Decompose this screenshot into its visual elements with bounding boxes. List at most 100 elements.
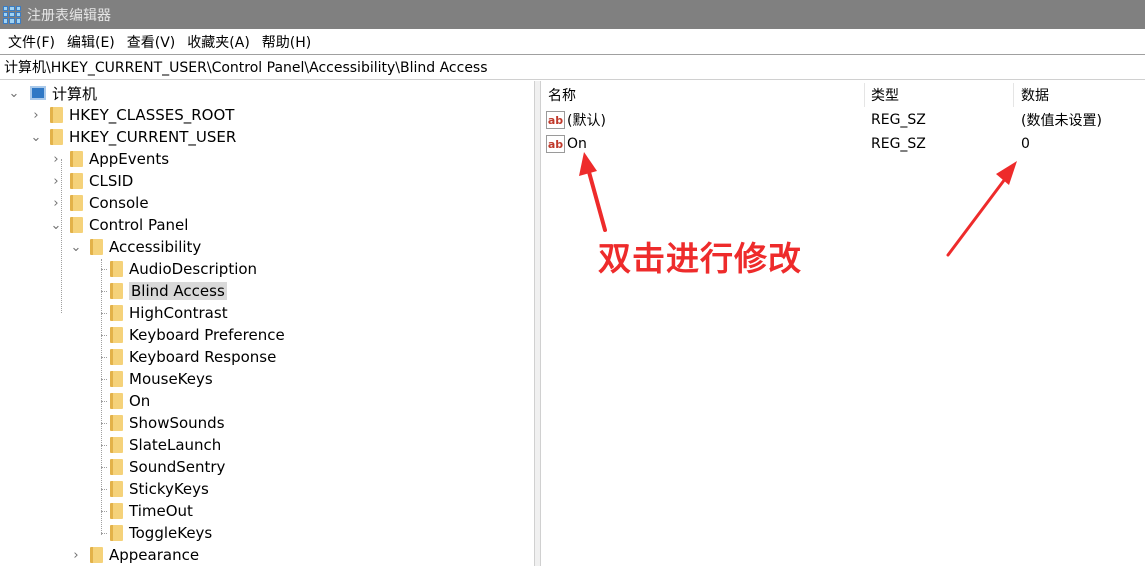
tree-node-label: ToggleKeys (129, 524, 213, 542)
chevron-down-icon[interactable]: ⌄ (50, 218, 62, 233)
chevron-right-icon[interactable]: › (50, 174, 62, 189)
tree-node-label: HKEY_CURRENT_USER (69, 128, 237, 146)
tree-node-label: 计算机 (52, 84, 98, 103)
tree-node-label: ShowSounds (129, 414, 225, 432)
value-row-default[interactable]: ab (默认) REG_SZ (数值未设置) (546, 108, 1141, 132)
tree-node-mousekeys[interactable]: MouseKeys (110, 368, 213, 390)
folder-icon (110, 459, 123, 475)
string-value-icon: ab (546, 111, 565, 129)
title-bar[interactable]: 注册表编辑器 (0, 0, 1145, 29)
tree-node-appevents[interactable]: › AppEvents (50, 148, 169, 170)
folder-icon (90, 239, 103, 255)
tree-node-label: Control Panel (89, 216, 189, 234)
computer-icon (30, 86, 46, 100)
chevron-right-icon[interactable]: › (50, 152, 62, 167)
folder-icon (90, 547, 103, 563)
tree-node-blind-access[interactable]: Blind Access (104, 280, 227, 302)
menu-favorites[interactable]: 收藏夹(A) (181, 32, 256, 52)
chevron-right-icon[interactable]: › (30, 108, 42, 123)
folder-icon (110, 305, 123, 321)
tree-node-stickykeys[interactable]: StickyKeys (110, 478, 209, 500)
key-tree-pane[interactable]: ⌄ 计算机 › HKEY_CLASSES_ROOT ⌄ HKEY_CURRENT… (0, 81, 535, 566)
tree-node-appearance[interactable]: › Appearance (70, 544, 199, 566)
tree-node-clsid[interactable]: › CLSID (50, 170, 133, 192)
values-pane[interactable]: 名称 类型 数据 ab (默认) REG_SZ (数值未设置) ab On RE… (541, 81, 1145, 566)
folder-icon (50, 129, 63, 145)
value-type: REG_SZ (871, 136, 926, 152)
folder-icon (110, 261, 123, 277)
folder-icon (110, 327, 123, 343)
tree-node-label: Accessibility (109, 238, 202, 256)
tree-node-label: HKEY_CLASSES_ROOT (69, 106, 235, 124)
value-name: (默认) (567, 113, 606, 129)
chevron-down-icon[interactable]: ⌄ (70, 240, 82, 255)
chevron-down-icon[interactable]: ⌄ (30, 130, 42, 145)
folder-icon (110, 415, 123, 431)
folder-icon (70, 151, 83, 167)
chevron-right-icon[interactable]: › (50, 196, 62, 211)
tree-node-keyboard-preference[interactable]: Keyboard Preference (110, 324, 285, 346)
tree-node-highcontrast[interactable]: HighContrast (110, 302, 228, 324)
tree-node-accessibility[interactable]: ⌄ Accessibility (70, 236, 202, 258)
tree-node-label: HighContrast (129, 304, 228, 322)
tree-node-showsounds[interactable]: ShowSounds (110, 412, 225, 434)
folder-icon (110, 437, 123, 453)
folder-icon (70, 173, 83, 189)
tree-node-label: CLSID (89, 172, 134, 190)
tree-node-label: StickyKeys (129, 480, 209, 498)
tree-node-control-panel[interactable]: ⌄ Control Panel (50, 214, 189, 236)
folder-icon (110, 283, 123, 299)
menu-edit[interactable]: 编辑(E) (61, 32, 121, 52)
folder-icon (110, 525, 123, 541)
tree-node-hkcu[interactable]: ⌄ HKEY_CURRENT_USER (30, 126, 237, 148)
tree-node-label: TimeOut (129, 502, 193, 520)
tree-node-soundsentry[interactable]: SoundSentry (110, 456, 225, 478)
tree-node-label: Appearance (109, 546, 200, 564)
folder-icon (110, 481, 123, 497)
folder-icon (50, 107, 63, 123)
tree-node-label: SoundSentry (129, 458, 226, 476)
registry-editor-icon (3, 5, 21, 24)
tree-node-label: MouseKeys (129, 370, 213, 388)
address-path[interactable]: 计算机\HKEY_CURRENT_USER\Control Panel\Acce… (4, 57, 488, 77)
menu-view[interactable]: 查看(V) (121, 32, 182, 52)
folder-icon (110, 371, 123, 387)
tree-node-hkcr[interactable]: › HKEY_CLASSES_ROOT (30, 104, 234, 126)
window-title: 注册表编辑器 (27, 7, 111, 24)
tree-node-label: Console (89, 194, 149, 212)
tree-node-timeout[interactable]: TimeOut (110, 500, 193, 522)
address-bar[interactable]: 计算机\HKEY_CURRENT_USER\Control Panel\Acce… (0, 54, 1145, 80)
value-type: REG_SZ (871, 112, 926, 128)
chevron-right-icon[interactable]: › (70, 548, 82, 563)
tree-node-label: AppEvents (89, 150, 170, 168)
tree-node-label: AudioDescription (129, 260, 258, 278)
tree-node-slatelaunch[interactable]: SlateLaunch (110, 434, 221, 456)
value-name: On (567, 136, 587, 152)
menu-help[interactable]: 帮助(H) (256, 32, 317, 52)
tree-node-on[interactable]: On (110, 390, 150, 412)
value-data: 0 (1021, 136, 1030, 152)
value-row-on[interactable]: ab On REG_SZ 0 (546, 132, 1141, 156)
tree-node-computer[interactable]: ⌄ 计算机 (8, 82, 97, 104)
folder-icon (110, 393, 123, 409)
chevron-down-icon[interactable]: ⌄ (8, 86, 20, 101)
menu-bar: 文件(F) 编辑(E) 查看(V) 收藏夹(A) 帮助(H) (0, 29, 1145, 54)
folder-icon (70, 217, 83, 233)
tree-node-console[interactable]: › Console (50, 192, 149, 214)
column-header-data[interactable]: 数据 (1021, 81, 1049, 109)
tree-node-audiodescription[interactable]: AudioDescription (110, 258, 257, 280)
tree-node-keyboard-response[interactable]: Keyboard Response (110, 346, 276, 368)
folder-icon (110, 503, 123, 519)
tree-node-label: Keyboard Response (129, 348, 277, 366)
folder-icon (110, 349, 123, 365)
tree-node-label: Keyboard Preference (129, 326, 285, 344)
annotation-text: 双击进行修改 (598, 239, 802, 278)
string-value-icon: ab (546, 135, 565, 153)
tree-node-label: SlateLaunch (129, 436, 222, 454)
column-header-name[interactable]: 名称 (548, 81, 576, 109)
menu-file[interactable]: 文件(F) (2, 32, 61, 52)
column-header-type[interactable]: 类型 (871, 81, 899, 109)
folder-icon (70, 195, 83, 211)
tree-node-togglekeys[interactable]: ToggleKeys (110, 522, 212, 544)
tree-node-label: Blind Access (129, 282, 227, 300)
